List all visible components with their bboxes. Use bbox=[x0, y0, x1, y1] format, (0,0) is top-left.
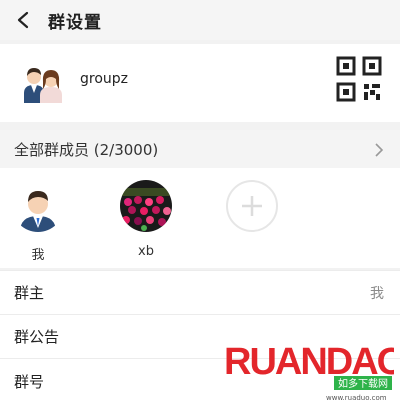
watermark-logo: RUANDAO 如多下载网 www.ruaduo.com bbox=[222, 332, 400, 402]
back-arrow-icon[interactable] bbox=[12, 9, 34, 31]
qr-code-icon[interactable] bbox=[336, 56, 382, 102]
chevron-right-icon bbox=[372, 142, 386, 157]
group-owner-label: 群主 bbox=[14, 284, 45, 302]
member-item[interactable]: xb bbox=[118, 180, 174, 259]
group-owner-row[interactable]: 群主 我 bbox=[0, 270, 400, 314]
watermark-url: www.ruaduo.com bbox=[326, 394, 387, 402]
page-title: 群设置 bbox=[48, 12, 102, 33]
group-owner-value: 我 bbox=[370, 285, 384, 302]
group-avatar-icon bbox=[18, 59, 66, 107]
member-name: 我 bbox=[31, 248, 45, 263]
member-avatar-icon bbox=[120, 180, 172, 232]
member-item[interactable]: 我 bbox=[10, 180, 66, 263]
member-name: xb bbox=[138, 244, 154, 259]
group-id-label: 群号 bbox=[14, 373, 45, 391]
members-title: 全部群成员 (2/3000) bbox=[14, 140, 159, 159]
add-member-icon[interactable] bbox=[226, 180, 278, 232]
group-name: groupz bbox=[80, 71, 129, 87]
top-bar: 群设置 bbox=[0, 0, 400, 40]
member-avatar-icon bbox=[12, 180, 64, 232]
group-info-card[interactable]: groupz bbox=[0, 44, 400, 122]
group-notice-label: 群公告 bbox=[14, 328, 60, 346]
watermark-sub: 如多下载网 bbox=[338, 377, 388, 390]
members-grid: 我 xb bbox=[0, 168, 400, 268]
all-members-row[interactable]: 全部群成员 (2/3000) bbox=[0, 130, 400, 168]
